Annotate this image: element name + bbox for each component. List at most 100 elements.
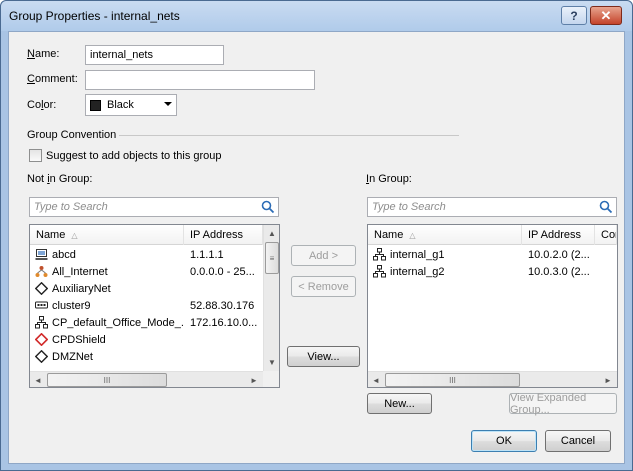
- not-in-group-search-placeholder: Type to Search: [34, 201, 108, 213]
- horizontal-scrollbar[interactable]: ◄ III ►: [368, 371, 617, 387]
- view-expanded-group-label: View Expanded Group...: [510, 391, 587, 416]
- scroll-down-icon[interactable]: ▼: [264, 354, 279, 370]
- column-header-ip[interactable]: IP Address: [522, 225, 595, 245]
- in-group-list[interactable]: Name △ IP Address Cor internal_g1 10.0.2.0…: [367, 224, 618, 388]
- h-grip-icon: III: [449, 375, 456, 385]
- horizontal-scrollbar[interactable]: ◄ III ►: [30, 371, 263, 387]
- list-item[interactable]: AuxiliaryNet: [30, 280, 263, 297]
- list-item-name: internal_g1: [390, 248, 445, 261]
- list-item[interactable]: CP_default_Office_Mode_... 172.16.10.0...: [30, 314, 263, 331]
- group-convention-label: Group Convention: [27, 129, 117, 141]
- cancel-button[interactable]: Cancel: [545, 430, 611, 452]
- column-header-name[interactable]: Name △: [368, 225, 522, 245]
- search-icon[interactable]: [599, 200, 613, 214]
- column-header-ip[interactable]: IP Address: [184, 225, 263, 245]
- h-scroll-thumb[interactable]: III: [385, 373, 520, 387]
- list-item-name: All_Internet: [52, 265, 108, 278]
- in-group-header: Name △ IP Address Cor: [368, 225, 617, 245]
- suggest-label: Suggest to add objects to this group: [46, 150, 222, 162]
- scroll-up-icon[interactable]: ▲: [264, 225, 279, 241]
- add-button[interactable]: Add >: [291, 245, 356, 266]
- list-item-name-cell: All_Internet: [30, 265, 184, 278]
- group-properties-window: Group Properties - internal_nets ? ✕ Nam…: [0, 0, 633, 471]
- network-range-icon: [35, 265, 48, 278]
- list-item-name-cell: cluster9: [30, 299, 184, 312]
- color-swatch: [90, 99, 101, 111]
- add-button-label: Add >: [308, 249, 339, 262]
- comment-label: Comment:: [27, 73, 78, 85]
- sort-asc-icon: △: [409, 231, 416, 240]
- in-group-search[interactable]: Type to Search: [367, 197, 617, 217]
- list-item-name-cell: internal_g2: [368, 265, 522, 278]
- dynamic-object-red-icon: [35, 333, 48, 346]
- help-button[interactable]: ?: [561, 6, 587, 25]
- not-in-group-search[interactable]: Type to Search: [29, 197, 279, 217]
- ok-button[interactable]: OK: [471, 430, 537, 452]
- column-header-name[interactable]: Name △: [30, 225, 184, 245]
- list-item-name-cell: DMZNet: [30, 350, 184, 363]
- list-item-name-cell: internal_g1: [368, 248, 522, 261]
- not-in-group-label: Not in Group:: [27, 173, 93, 185]
- chevron-down-icon: [164, 102, 172, 106]
- scroll-right-icon[interactable]: ►: [246, 372, 262, 387]
- list-item[interactable]: internal_g2 10.0.3.0 (2...: [368, 263, 595, 280]
- cancel-button-label: Cancel: [560, 435, 596, 447]
- list-item-name: DMZNet: [52, 350, 93, 363]
- list-item-ip: 172.16.10.0...: [190, 316, 258, 329]
- list-item-ip: 1.1.1.1: [190, 248, 224, 261]
- color-label: Color:: [27, 99, 57, 111]
- color-value: Black: [107, 99, 134, 111]
- h-scroll-thumb[interactable]: III: [47, 373, 167, 387]
- list-item-ip: 10.0.3.0 (2...: [528, 265, 590, 278]
- scroll-right-icon[interactable]: ►: [600, 372, 616, 387]
- list-item-name-cell: CPDShield: [30, 333, 184, 346]
- host-icon: [35, 248, 48, 261]
- list-item-ip: 0.0.0.0 - 25...: [190, 265, 255, 278]
- list-item-name: cluster9: [52, 299, 91, 312]
- dynamic-object-icon: [35, 282, 48, 295]
- list-item[interactable]: abcd 1.1.1.1: [30, 246, 263, 263]
- sort-asc-icon: △: [71, 231, 78, 240]
- view-button[interactable]: View...: [287, 346, 360, 367]
- scroll-thumb[interactable]: ≡: [265, 242, 279, 274]
- search-icon[interactable]: [261, 200, 275, 214]
- list-item[interactable]: DMZNet: [30, 348, 263, 365]
- scroll-corner: [263, 371, 279, 387]
- new-button[interactable]: New...: [367, 393, 432, 414]
- close-button[interactable]: ✕: [590, 6, 622, 25]
- grip-icon: ≡: [269, 253, 275, 263]
- vertical-scrollbar[interactable]: ▲ ≡ ▼: [263, 225, 279, 371]
- ok-button-label: OK: [496, 435, 512, 447]
- remove-button-label: < Remove: [298, 280, 349, 293]
- column-header-comment[interactable]: Cor: [595, 225, 617, 245]
- list-item[interactable]: All_Internet 0.0.0.0 - 25...: [30, 263, 263, 280]
- dialog-body: Name: internal_nets Comment: Color: Blac…: [8, 31, 625, 464]
- scroll-left-icon[interactable]: ◄: [368, 372, 384, 387]
- list-item-ip: 52.88.30.176: [190, 299, 255, 312]
- list-item[interactable]: internal_g1 10.0.2.0 (2...: [368, 246, 595, 263]
- section-divider: [119, 135, 459, 136]
- list-item-name-cell: AuxiliaryNet: [30, 282, 184, 295]
- scroll-left-icon[interactable]: ◄: [30, 372, 46, 387]
- list-item[interactable]: cluster9 52.88.30.176: [30, 297, 263, 314]
- not-in-group-header: Name △ IP Address: [30, 225, 263, 245]
- list-item-name: internal_g2: [390, 265, 445, 278]
- not-in-group-list[interactable]: Name △ IP Address abcd 1.1.1.1 All_Internet…: [29, 224, 280, 388]
- suggest-checkbox[interactable]: [29, 149, 42, 162]
- view-expanded-group-button[interactable]: View Expanded Group...: [509, 391, 617, 416]
- comment-label-rest: omment:: [34, 73, 78, 85]
- window-title: Group Properties - internal_nets: [9, 9, 180, 23]
- view-button-label: View...: [307, 350, 340, 363]
- remove-button[interactable]: < Remove: [291, 276, 356, 297]
- title-bar[interactable]: Group Properties - internal_nets ? ✕: [1, 1, 632, 31]
- list-item-name-cell: CP_default_Office_Mode_...: [30, 316, 184, 329]
- network-icon: [373, 248, 386, 261]
- comment-field[interactable]: [85, 70, 315, 90]
- name-label-rest: ame:: [34, 48, 60, 60]
- list-item-name-cell: abcd: [30, 248, 184, 261]
- name-field[interactable]: internal_nets: [85, 45, 224, 65]
- list-item[interactable]: CPDShield: [30, 331, 263, 348]
- color-select[interactable]: Black: [85, 94, 177, 116]
- list-item-name: AuxiliaryNet: [52, 282, 111, 295]
- column-header-name-label: Name: [374, 229, 404, 241]
